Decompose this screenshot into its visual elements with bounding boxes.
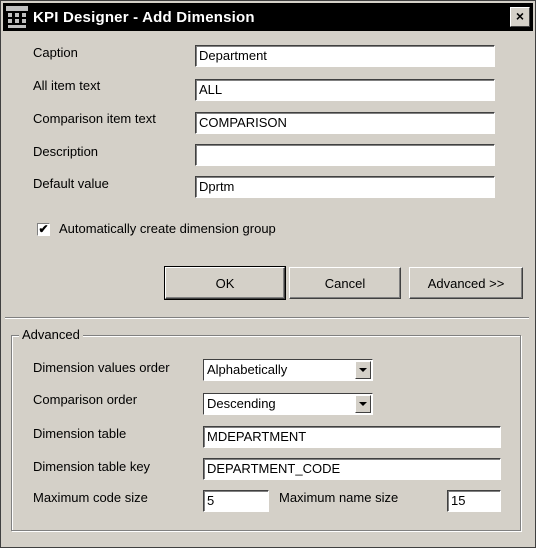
max-code-size-field[interactable]: 5 <box>203 490 269 512</box>
ok-button[interactable]: OK <box>164 266 286 300</box>
advanced-group-title: Advanced <box>19 327 83 342</box>
comparison-order-value: Descending <box>207 396 276 411</box>
default-value-label: Default value <box>33 176 109 191</box>
max-name-size-field[interactable]: 15 <box>447 490 501 512</box>
description-label: Description <box>33 144 99 159</box>
caption-field[interactable]: Department <box>195 45 495 67</box>
chevron-down-icon[interactable] <box>355 395 371 413</box>
dimension-table-label: Dimension table <box>33 426 127 441</box>
comparison-item-text-label: Comparison item text <box>33 111 156 126</box>
values-order-label: Dimension values order <box>33 360 170 375</box>
all-item-text-field[interactable]: ALL <box>195 79 495 101</box>
dimension-table-key-label: Dimension table key <box>33 459 151 474</box>
default-value-field[interactable]: Dprtm <box>195 176 495 198</box>
caption-label: Caption <box>33 45 78 60</box>
max-name-size-label: Maximum name size <box>279 490 399 505</box>
window-title: KPI Designer - Add Dimension <box>33 8 255 26</box>
close-button[interactable]: × <box>510 7 530 27</box>
comparison-item-text-field[interactable]: COMPARISON <box>195 112 495 134</box>
dimension-table-field[interactable]: MDEPARTMENT <box>203 426 501 448</box>
values-order-value: Alphabetically <box>207 362 288 377</box>
max-code-size-label: Maximum code size <box>33 490 148 505</box>
add-dimension-dialog: KPI Designer - Add Dimension × Caption D… <box>0 0 536 548</box>
app-icon <box>6 6 28 28</box>
all-item-text-label: All item text <box>33 78 101 93</box>
advanced-toggle-button[interactable]: Advanced >> <box>409 267 523 299</box>
cancel-button[interactable]: Cancel <box>289 267 401 299</box>
comparison-order-label: Comparison order <box>33 392 138 407</box>
auto-create-group-label: Automatically create dimension group <box>59 221 276 236</box>
auto-create-group-checkbox[interactable]: ✔ <box>37 223 50 236</box>
chevron-down-icon[interactable] <box>355 361 371 379</box>
title-bar: KPI Designer - Add Dimension × <box>3 3 533 31</box>
dimension-table-key-field[interactable]: DEPARTMENT_CODE <box>203 458 501 480</box>
values-order-select[interactable]: Alphabetically <box>203 359 373 381</box>
separator <box>5 317 529 319</box>
description-field[interactable] <box>195 144 495 166</box>
comparison-order-select[interactable]: Descending <box>203 393 373 415</box>
